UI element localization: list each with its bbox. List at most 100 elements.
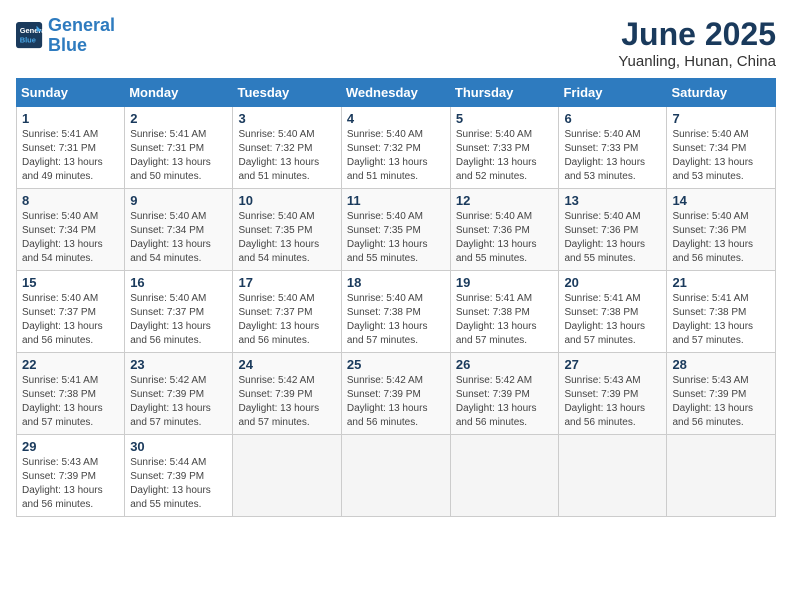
logo: General Blue GeneralBlue [16,16,115,56]
day-number: 4 [347,111,445,126]
weekday-header-friday: Friday [559,79,667,107]
calendar-cell: 24 Sunrise: 5:42 AM Sunset: 7:39 PM Dayl… [233,353,341,435]
day-info: Sunrise: 5:42 AM Sunset: 7:39 PM Dayligh… [130,375,211,428]
calendar-cell [450,435,559,517]
day-info: Sunrise: 5:41 AM Sunset: 7:38 PM Dayligh… [672,293,753,346]
day-number: 22 [22,357,119,372]
day-number: 25 [347,357,445,372]
day-info: Sunrise: 5:43 AM Sunset: 7:39 PM Dayligh… [672,375,753,428]
day-number: 17 [238,275,335,290]
weekday-header-thursday: Thursday [450,79,559,107]
day-number: 5 [456,111,554,126]
day-info: Sunrise: 5:40 AM Sunset: 7:36 PM Dayligh… [672,211,753,264]
day-number: 29 [22,439,119,454]
calendar-cell: 20 Sunrise: 5:41 AM Sunset: 7:38 PM Dayl… [559,271,667,353]
day-number: 18 [347,275,445,290]
day-number: 30 [130,439,227,454]
day-info: Sunrise: 5:40 AM Sunset: 7:37 PM Dayligh… [22,293,103,346]
weekday-header-row: SundayMondayTuesdayWednesdayThursdayFrid… [17,79,776,107]
day-info: Sunrise: 5:41 AM Sunset: 7:38 PM Dayligh… [22,375,103,428]
day-number: 6 [564,111,661,126]
day-info: Sunrise: 5:41 AM Sunset: 7:38 PM Dayligh… [456,293,537,346]
calendar-cell: 16 Sunrise: 5:40 AM Sunset: 7:37 PM Dayl… [125,271,233,353]
day-info: Sunrise: 5:40 AM Sunset: 7:34 PM Dayligh… [22,211,103,264]
calendar-cell: 8 Sunrise: 5:40 AM Sunset: 7:34 PM Dayli… [17,189,125,271]
calendar-cell: 3 Sunrise: 5:40 AM Sunset: 7:32 PM Dayli… [233,107,341,189]
calendar-cell [233,435,341,517]
day-info: Sunrise: 5:42 AM Sunset: 7:39 PM Dayligh… [238,375,319,428]
weekday-header-tuesday: Tuesday [233,79,341,107]
day-number: 15 [22,275,119,290]
weekday-header-monday: Monday [125,79,233,107]
day-info: Sunrise: 5:40 AM Sunset: 7:33 PM Dayligh… [456,129,537,182]
calendar-title: June 2025 [618,16,776,53]
calendar-week-row: 15 Sunrise: 5:40 AM Sunset: 7:37 PM Dayl… [17,271,776,353]
day-info: Sunrise: 5:42 AM Sunset: 7:39 PM Dayligh… [456,375,537,428]
weekday-header-saturday: Saturday [667,79,776,107]
calendar-cell: 6 Sunrise: 5:40 AM Sunset: 7:33 PM Dayli… [559,107,667,189]
calendar-table: SundayMondayTuesdayWednesdayThursdayFrid… [16,78,776,517]
day-number: 24 [238,357,335,372]
calendar-week-row: 22 Sunrise: 5:41 AM Sunset: 7:38 PM Dayl… [17,353,776,435]
calendar-cell: 29 Sunrise: 5:43 AM Sunset: 7:39 PM Dayl… [17,435,125,517]
calendar-week-row: 8 Sunrise: 5:40 AM Sunset: 7:34 PM Dayli… [17,189,776,271]
day-number: 27 [564,357,661,372]
day-info: Sunrise: 5:44 AM Sunset: 7:39 PM Dayligh… [130,457,211,510]
calendar-cell [341,435,450,517]
page-header: General Blue GeneralBlue June 2025 Yuanl… [16,16,776,70]
logo-text: GeneralBlue [48,16,115,56]
day-number: 10 [238,193,335,208]
day-info: Sunrise: 5:40 AM Sunset: 7:34 PM Dayligh… [672,129,753,182]
day-info: Sunrise: 5:40 AM Sunset: 7:35 PM Dayligh… [347,211,428,264]
calendar-cell: 30 Sunrise: 5:44 AM Sunset: 7:39 PM Dayl… [125,435,233,517]
calendar-cell: 5 Sunrise: 5:40 AM Sunset: 7:33 PM Dayli… [450,107,559,189]
calendar-cell: 1 Sunrise: 5:41 AM Sunset: 7:31 PM Dayli… [17,107,125,189]
day-number: 13 [564,193,661,208]
day-number: 20 [564,275,661,290]
calendar-week-row: 1 Sunrise: 5:41 AM Sunset: 7:31 PM Dayli… [17,107,776,189]
day-number: 8 [22,193,119,208]
calendar-week-row: 29 Sunrise: 5:43 AM Sunset: 7:39 PM Dayl… [17,435,776,517]
calendar-cell: 10 Sunrise: 5:40 AM Sunset: 7:35 PM Dayl… [233,189,341,271]
day-info: Sunrise: 5:40 AM Sunset: 7:38 PM Dayligh… [347,293,428,346]
day-info: Sunrise: 5:40 AM Sunset: 7:34 PM Dayligh… [130,211,211,264]
day-number: 1 [22,111,119,126]
day-info: Sunrise: 5:40 AM Sunset: 7:35 PM Dayligh… [238,211,319,264]
calendar-cell: 4 Sunrise: 5:40 AM Sunset: 7:32 PM Dayli… [341,107,450,189]
day-info: Sunrise: 5:42 AM Sunset: 7:39 PM Dayligh… [347,375,428,428]
weekday-header-sunday: Sunday [17,79,125,107]
day-number: 7 [672,111,770,126]
day-number: 2 [130,111,227,126]
day-info: Sunrise: 5:40 AM Sunset: 7:37 PM Dayligh… [130,293,211,346]
calendar-subtitle: Yuanling, Hunan, China [618,53,776,70]
calendar-cell: 21 Sunrise: 5:41 AM Sunset: 7:38 PM Dayl… [667,271,776,353]
calendar-cell: 9 Sunrise: 5:40 AM Sunset: 7:34 PM Dayli… [125,189,233,271]
day-info: Sunrise: 5:40 AM Sunset: 7:36 PM Dayligh… [456,211,537,264]
day-info: Sunrise: 5:40 AM Sunset: 7:33 PM Dayligh… [564,129,645,182]
calendar-cell: 18 Sunrise: 5:40 AM Sunset: 7:38 PM Dayl… [341,271,450,353]
calendar-cell [667,435,776,517]
day-info: Sunrise: 5:43 AM Sunset: 7:39 PM Dayligh… [22,457,103,510]
weekday-header-wednesday: Wednesday [341,79,450,107]
calendar-cell: 28 Sunrise: 5:43 AM Sunset: 7:39 PM Dayl… [667,353,776,435]
day-info: Sunrise: 5:40 AM Sunset: 7:32 PM Dayligh… [347,129,428,182]
day-number: 21 [672,275,770,290]
day-number: 23 [130,357,227,372]
calendar-cell: 26 Sunrise: 5:42 AM Sunset: 7:39 PM Dayl… [450,353,559,435]
day-number: 3 [238,111,335,126]
day-number: 28 [672,357,770,372]
day-info: Sunrise: 5:40 AM Sunset: 7:32 PM Dayligh… [238,129,319,182]
day-number: 9 [130,193,227,208]
day-number: 19 [456,275,554,290]
day-number: 26 [456,357,554,372]
day-info: Sunrise: 5:40 AM Sunset: 7:36 PM Dayligh… [564,211,645,264]
day-info: Sunrise: 5:40 AM Sunset: 7:37 PM Dayligh… [238,293,319,346]
title-area: June 2025 Yuanling, Hunan, China [618,16,776,70]
calendar-cell: 15 Sunrise: 5:40 AM Sunset: 7:37 PM Dayl… [17,271,125,353]
calendar-cell: 23 Sunrise: 5:42 AM Sunset: 7:39 PM Dayl… [125,353,233,435]
day-number: 12 [456,193,554,208]
calendar-cell: 19 Sunrise: 5:41 AM Sunset: 7:38 PM Dayl… [450,271,559,353]
calendar-cell: 2 Sunrise: 5:41 AM Sunset: 7:31 PM Dayli… [125,107,233,189]
logo-icon: General Blue [16,22,44,50]
day-info: Sunrise: 5:41 AM Sunset: 7:38 PM Dayligh… [564,293,645,346]
